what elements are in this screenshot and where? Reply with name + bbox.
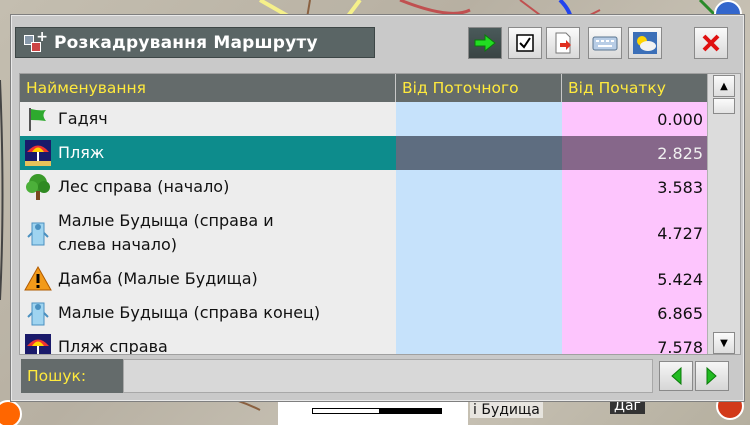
from-start-cell: 3.583 — [562, 170, 707, 204]
checkbox-checked-icon — [516, 34, 534, 52]
green-arrow-right-small-icon — [706, 366, 717, 386]
route-layout-icon: + — [22, 29, 48, 55]
dialog-title: Розкадрування Маршруту — [54, 32, 318, 53]
close-x-icon — [702, 34, 720, 52]
keyboard-button[interactable] — [588, 27, 622, 59]
route-point-name: Лес справа (начало) — [58, 177, 230, 196]
water-tap-icon — [27, 222, 49, 246]
table-row[interactable]: Гадяч 0.000 — [20, 102, 707, 136]
green-arrow-left-icon — [671, 366, 682, 386]
green-arrow-right-icon — [474, 34, 496, 52]
weather-button[interactable] — [628, 27, 662, 59]
map-scale-bar — [278, 402, 468, 425]
scroll-down-button[interactable]: ▼ — [713, 332, 735, 354]
from-start-cell: 6.865 — [562, 296, 707, 330]
go-forward-button[interactable] — [468, 27, 502, 59]
table-row[interactable]: Малые Будыща (справа и слева начало) 4.7… — [20, 204, 707, 262]
close-button[interactable] — [694, 27, 728, 59]
table-row[interactable]: Малые Будыща (справа конец) 6.865 — [20, 296, 707, 330]
table-vertical-scrollbar[interactable]: ▲ ▼ — [707, 74, 740, 354]
dialog-title-bar[interactable]: + Розкадрування Маршруту — [15, 27, 375, 58]
from-current-cell — [396, 136, 562, 170]
select-all-button[interactable] — [508, 27, 542, 59]
document-export-icon — [555, 32, 571, 54]
from-start-cell: 2.825 — [562, 136, 707, 170]
map-town-label: і Будища — [470, 402, 543, 418]
route-point-name: Дамба (Малые Будища) — [58, 269, 258, 288]
table-header: Найменування Від Поточного Від Початку — [20, 74, 707, 102]
from-start-cell: 0.000 — [562, 102, 707, 136]
route-point-name: Пляж — [58, 143, 105, 162]
table-row-selected[interactable]: Пляж 2.825 — [20, 136, 707, 170]
from-start-cell: 5.424 — [562, 262, 707, 296]
table-body: Гадяч 0.000 Пляж 2.825 Лес справа (начал… — [20, 102, 707, 355]
route-point-name: Пляж справа — [58, 337, 168, 355]
water-tap-icon — [27, 302, 49, 326]
route-point-name: Гадяч — [58, 109, 108, 128]
route-points-table: Найменування Від Поточного Від Початку Г… — [19, 73, 741, 355]
route-point-name: Малые Будыща (справа и слева начало) — [58, 211, 274, 254]
green-flag-icon — [29, 108, 46, 131]
route-layout-dialog: + Розкадрування Маршруту Найменування Ві… — [10, 14, 745, 402]
keyboard-icon — [592, 36, 618, 51]
warning-triangle-icon — [24, 265, 52, 291]
weather-icon — [633, 32, 657, 54]
scroll-thumb[interactable] — [713, 98, 735, 114]
search-label: Пошук: — [21, 359, 123, 393]
scroll-up-button[interactable]: ▲ — [713, 75, 735, 97]
from-current-cell — [396, 204, 562, 262]
beach-umbrella-icon — [25, 140, 51, 166]
from-current-cell — [396, 330, 562, 354]
table-row[interactable]: Пляж справа 7.578 — [20, 330, 707, 355]
from-current-cell — [396, 296, 562, 330]
beach-umbrella-icon — [25, 334, 51, 354]
column-header-from-current[interactable]: Від Поточного — [396, 74, 562, 102]
from-start-cell: 4.727 — [562, 204, 707, 262]
table-row[interactable]: Дамба (Малые Будища) 5.424 — [20, 262, 707, 296]
column-header-from-start[interactable]: Від Початку — [562, 74, 707, 102]
previous-button[interactable] — [659, 361, 693, 391]
column-header-name[interactable]: Найменування — [20, 74, 396, 102]
next-button[interactable] — [695, 361, 729, 391]
tree-icon — [26, 174, 50, 200]
export-button[interactable] — [546, 27, 580, 59]
from-current-cell — [396, 102, 562, 136]
search-input[interactable] — [123, 359, 653, 393]
table-row[interactable]: Лес справа (начало) 3.583 — [20, 170, 707, 204]
route-point-name: Малые Будыща (справа конец) — [58, 303, 321, 322]
from-start-cell: 7.578 — [562, 330, 707, 354]
from-current-cell — [396, 170, 562, 204]
from-current-cell — [396, 262, 562, 296]
